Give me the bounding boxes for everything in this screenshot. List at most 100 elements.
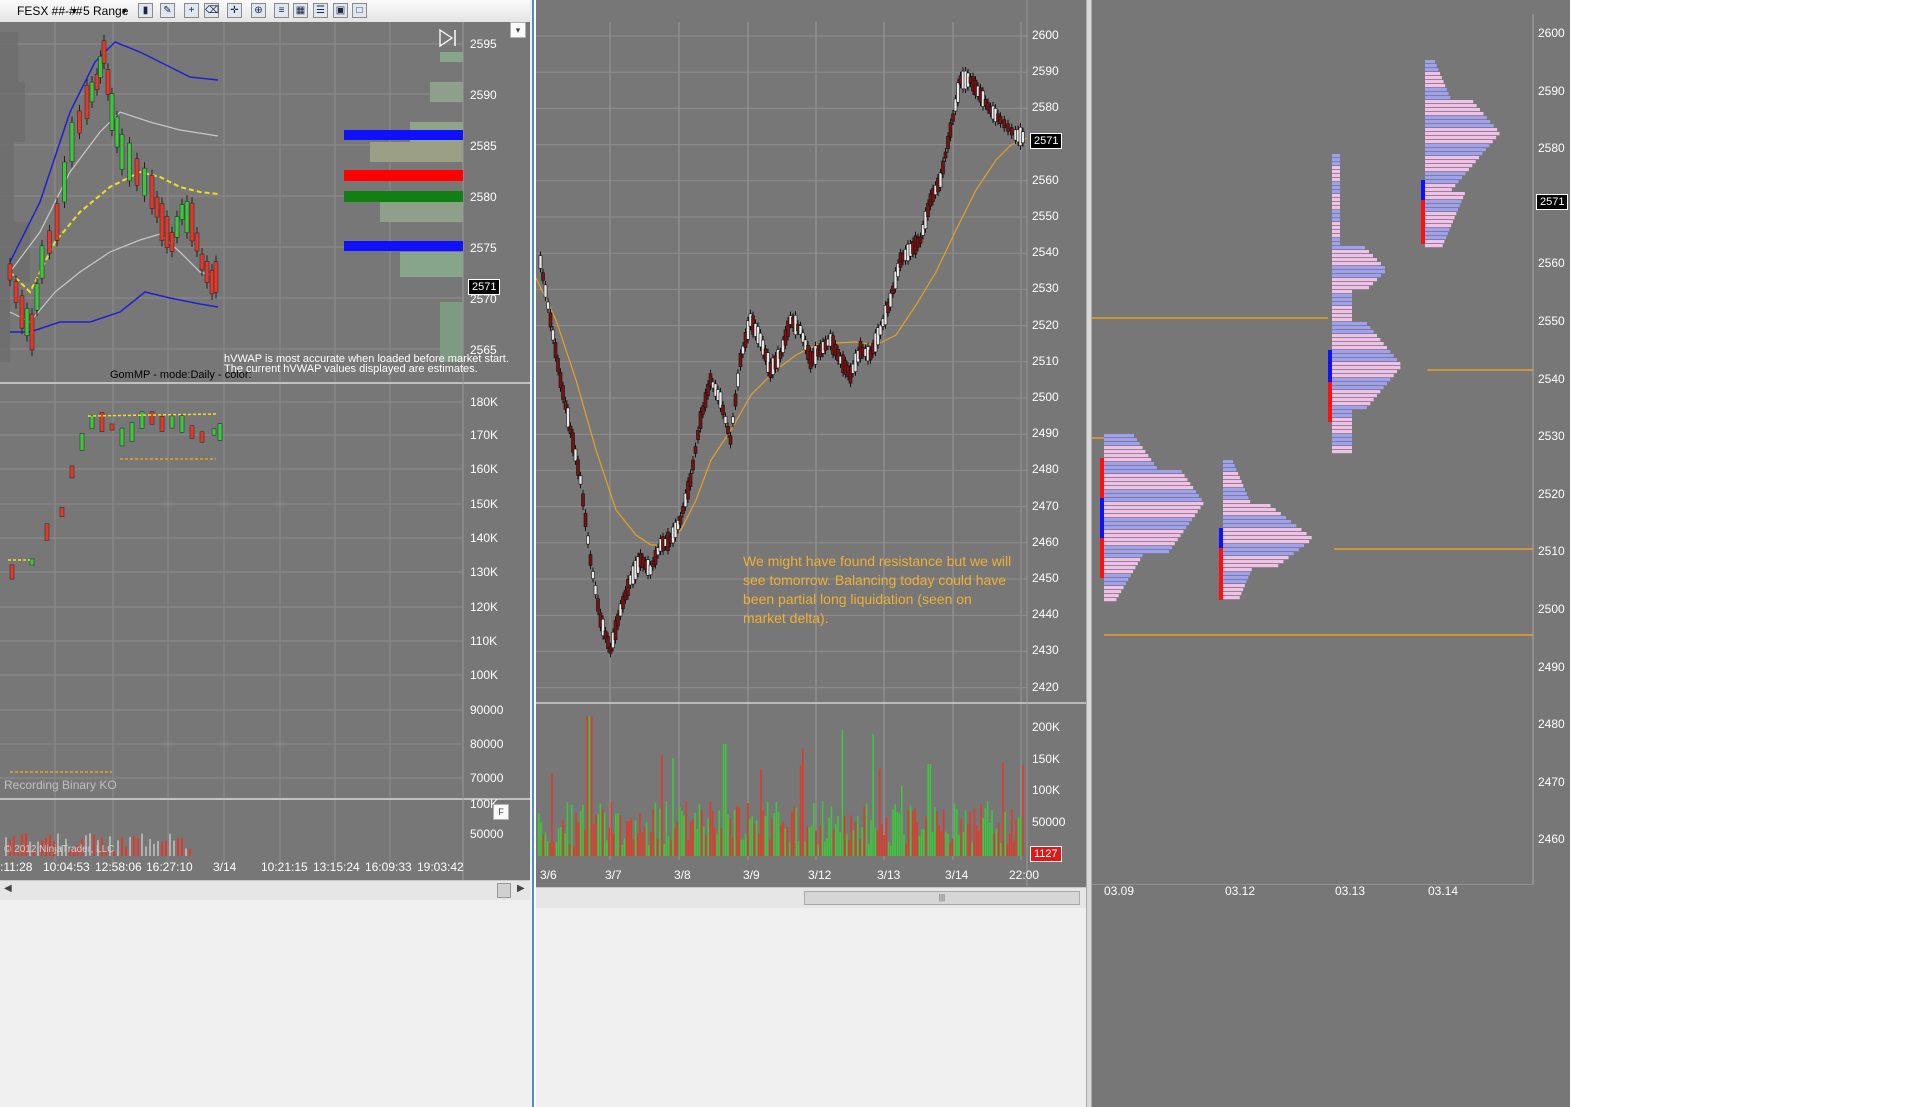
volume-bar bbox=[720, 827, 723, 856]
volume-bar bbox=[129, 836, 131, 856]
volume-label: 100K bbox=[470, 668, 499, 682]
profile-row bbox=[1332, 270, 1385, 274]
volume-bar bbox=[604, 812, 606, 856]
eraser-icon[interactable]: ⌫ bbox=[204, 3, 219, 18]
middle-chart-area[interactable]: We might have found resistance but we wi… bbox=[536, 0, 1086, 887]
volume-bar bbox=[718, 810, 720, 856]
profile-row bbox=[1223, 560, 1284, 564]
profile-row bbox=[1104, 542, 1175, 546]
profile-row bbox=[1104, 522, 1190, 526]
candle bbox=[1006, 123, 1010, 132]
profile-row bbox=[1425, 216, 1455, 220]
volume-bar bbox=[791, 811, 793, 856]
profile-row bbox=[1332, 238, 1340, 242]
profile-row bbox=[1332, 414, 1352, 418]
volume-bar bbox=[707, 818, 709, 856]
profile-row bbox=[1425, 196, 1464, 200]
volume-bar bbox=[945, 831, 947, 856]
candle bbox=[731, 416, 735, 424]
window-icon[interactable]: □ bbox=[352, 3, 367, 18]
scroll-right-icon[interactable]: ▶ bbox=[517, 883, 525, 894]
profile-row bbox=[1332, 318, 1352, 322]
profile-row bbox=[1104, 514, 1195, 518]
time-label: 16:09:33 bbox=[365, 860, 412, 874]
left-horizontal-scrollbar[interactable]: ◀ ▶ bbox=[0, 880, 530, 901]
profile-row bbox=[1223, 564, 1279, 568]
f-button[interactable]: F bbox=[493, 804, 509, 820]
volume-bar bbox=[907, 810, 910, 856]
left-chart-area[interactable]: hVWAP is most accurate when loaded befor… bbox=[0, 22, 530, 880]
profile-row bbox=[1425, 236, 1447, 240]
volume-bar bbox=[885, 817, 888, 856]
candle bbox=[13, 281, 19, 303]
volume-bar bbox=[685, 801, 687, 856]
candle bbox=[561, 385, 565, 400]
volume-bar bbox=[1000, 842, 1002, 856]
profile-row bbox=[1223, 532, 1307, 536]
profile-row bbox=[1104, 478, 1188, 482]
profile-row bbox=[1223, 484, 1244, 488]
zoom-icon[interactable]: ⊕ bbox=[251, 3, 266, 18]
profile-row bbox=[1332, 418, 1352, 422]
profile-row bbox=[1332, 214, 1340, 218]
crosshair-icon[interactable]: ✛ bbox=[227, 3, 242, 18]
date-label: 3/7 bbox=[605, 868, 622, 882]
middle-horizontal-scrollbar[interactable]: ||| bbox=[536, 887, 1088, 908]
profile-row bbox=[1332, 450, 1352, 454]
profile-row bbox=[1332, 242, 1340, 246]
volume-bar bbox=[714, 828, 716, 856]
candle bbox=[581, 493, 585, 507]
price-label: 2470 bbox=[1538, 774, 1565, 789]
volume-bar bbox=[121, 837, 123, 856]
scroll-left-icon[interactable]: ◀ bbox=[4, 883, 12, 894]
volume-bar bbox=[145, 846, 147, 856]
candle bbox=[566, 407, 570, 428]
volume-bar bbox=[830, 805, 833, 856]
profile-row bbox=[1332, 234, 1340, 238]
profile-row bbox=[1104, 526, 1187, 530]
volume-bar bbox=[185, 848, 187, 856]
candle bbox=[209, 269, 215, 295]
candle bbox=[134, 158, 140, 186]
scroll-thumb[interactable] bbox=[497, 883, 511, 898]
candle bbox=[586, 535, 590, 545]
profile-row bbox=[1332, 182, 1340, 186]
volume-bar bbox=[1011, 808, 1013, 856]
volume-bar bbox=[573, 845, 575, 856]
properties-icon[interactable]: ☰ bbox=[313, 3, 328, 18]
chevron-down-icon[interactable]: ▾ bbox=[122, 3, 127, 19]
snapshot-icon[interactable]: ▣ bbox=[333, 3, 348, 18]
market-profile-chart[interactable]: 2600259025802570256025502540253025202510… bbox=[1092, 14, 1570, 884]
volume-bar bbox=[883, 834, 885, 856]
marker-icon[interactable]: + bbox=[184, 3, 199, 18]
chevron-down-icon[interactable]: ▾ bbox=[72, 3, 77, 19]
profile-row bbox=[1425, 240, 1445, 244]
profile-row bbox=[1104, 566, 1136, 570]
candle bbox=[941, 160, 945, 175]
draw-tool-icon[interactable]: ✎ bbox=[160, 3, 175, 18]
scroll-thumb[interactable]: ||| bbox=[804, 891, 1080, 905]
volume-bar bbox=[806, 826, 808, 856]
profile-row bbox=[1425, 208, 1459, 212]
indicators-icon[interactable]: ≡ bbox=[274, 3, 289, 18]
profile-row bbox=[1104, 450, 1146, 454]
profile-row bbox=[1425, 172, 1466, 176]
volume-bar bbox=[797, 841, 800, 856]
candle bbox=[199, 431, 205, 443]
volume-bar bbox=[810, 825, 813, 856]
profile-row bbox=[1332, 210, 1340, 214]
candle bbox=[169, 232, 175, 252]
volume-bar bbox=[918, 835, 921, 856]
volume-label: 150K bbox=[470, 497, 499, 511]
dropdown-button[interactable]: ▾ bbox=[510, 22, 526, 38]
volume-bar bbox=[964, 810, 967, 856]
candle bbox=[119, 134, 125, 170]
profile-row bbox=[1332, 306, 1352, 310]
volume-bar bbox=[920, 829, 923, 856]
profile-row bbox=[1332, 406, 1367, 410]
volume-bar bbox=[557, 828, 560, 856]
candle bbox=[733, 393, 738, 407]
candle bbox=[556, 358, 560, 372]
bar-style-icon[interactable]: ▮ bbox=[138, 3, 153, 18]
strategies-icon[interactable]: ▦ bbox=[293, 3, 308, 18]
